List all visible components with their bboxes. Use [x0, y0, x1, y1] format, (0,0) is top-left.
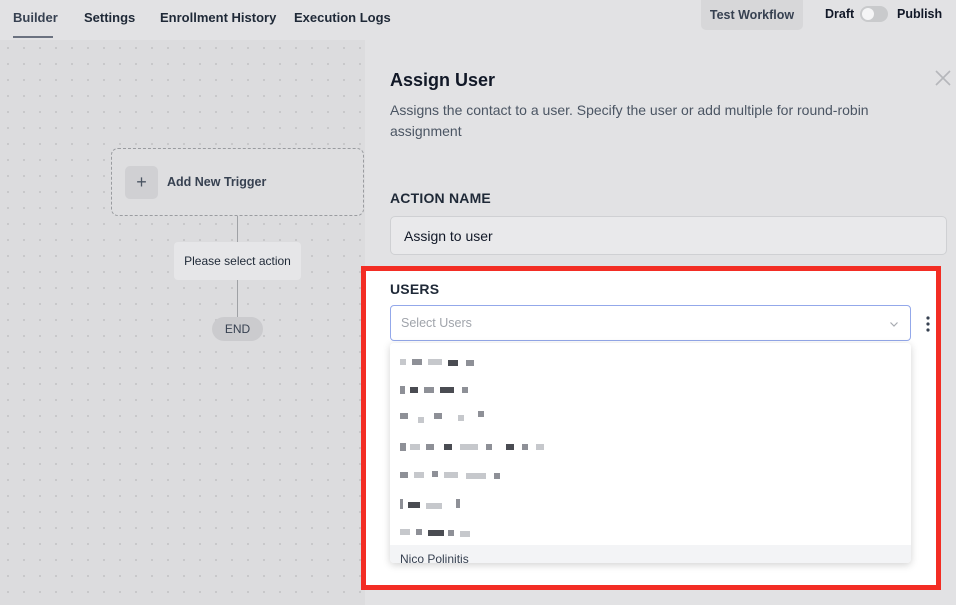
connector-line: [237, 216, 238, 242]
user-option[interactable]: [390, 489, 911, 517]
plus-icon[interactable]: +: [125, 166, 158, 199]
top-bar: Builder Settings Enrollment History Exec…: [0, 0, 956, 40]
action-name-input[interactable]: Assign to user: [390, 216, 947, 255]
users-select[interactable]: Select Users: [390, 305, 911, 341]
user-option[interactable]: [390, 517, 911, 545]
panel-description: Assigns the contact to a user. Specify t…: [390, 102, 869, 139]
user-option[interactable]: [390, 403, 911, 431]
toggle-knob: [862, 8, 874, 20]
select-action-node[interactable]: Please select action: [174, 242, 301, 280]
publish-label: Publish: [897, 7, 943, 21]
user-option[interactable]: Nico Polinitis: [390, 545, 911, 563]
kebab-menu-icon[interactable]: [924, 315, 932, 333]
user-option[interactable]: [390, 347, 911, 375]
tab-execution-logs[interactable]: Execution Logs: [294, 10, 391, 25]
panel-title: Assign User: [390, 70, 496, 90]
end-node: END: [212, 317, 263, 341]
chevron-down-icon[interactable]: [888, 318, 900, 330]
active-tab-indicator: [13, 36, 53, 38]
draft-label: Draft: [825, 7, 855, 21]
workflow-canvas[interactable]: + Add New Trigger Please select action E…: [0, 40, 365, 605]
test-workflow-button[interactable]: Test Workflow: [701, 0, 803, 30]
connector-line: [237, 280, 238, 317]
tab-builder[interactable]: Builder: [13, 10, 58, 25]
publish-toggle[interactable]: [860, 6, 888, 22]
add-trigger-card[interactable]: + Add New Trigger: [111, 148, 364, 216]
user-option-label: Nico Polinitis: [400, 552, 469, 563]
users-placeholder: Select Users: [401, 316, 472, 330]
tab-settings[interactable]: Settings: [84, 10, 135, 25]
close-icon[interactable]: [933, 68, 953, 88]
add-trigger-label: Add New Trigger: [167, 175, 267, 189]
user-option[interactable]: [390, 375, 911, 403]
tab-enrollment-history[interactable]: Enrollment History: [160, 10, 276, 25]
action-name-label: ACTION NAME: [390, 190, 491, 206]
users-dropdown: Nico Polinitis: [390, 343, 911, 563]
user-option[interactable]: [390, 460, 911, 488]
users-section-highlight: USERS Select Users Nico Polinitis: [361, 266, 941, 590]
user-option[interactable]: [390, 432, 911, 460]
users-label: USERS: [390, 281, 440, 297]
